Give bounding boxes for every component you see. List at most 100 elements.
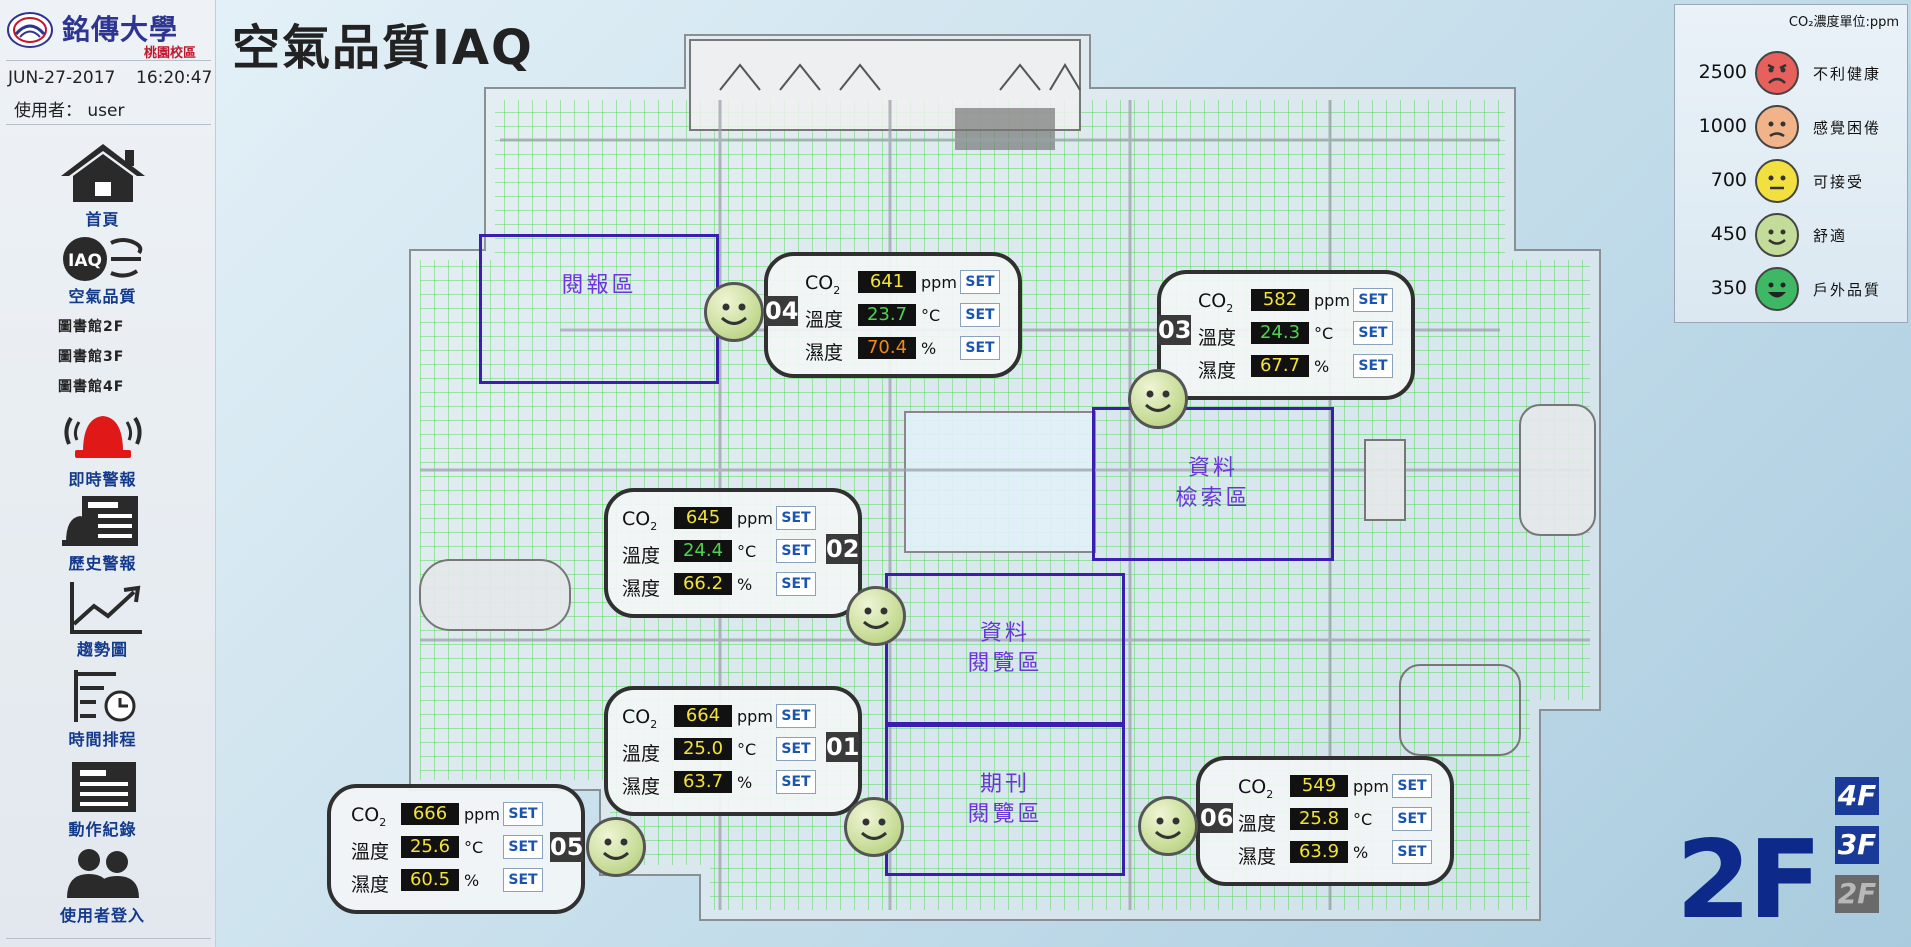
humidity-set-button[interactable]: SET [503,868,543,892]
sidebar: 銘傳大學 桃園校區 JUN-27-2017 16:20:47 使用者： user… [0,0,216,947]
co2-row: CO2 664 ppm SET [608,704,858,731]
co2-set-button[interactable]: SET [1392,774,1432,798]
floor-3f-button[interactable]: 3F [1835,826,1879,864]
nav-history-button[interactable]: 歷史警報 [40,494,165,574]
co2-set-button[interactable]: SET [960,270,1000,294]
percent-unit: % [921,339,937,358]
iaq-icon-text: IAQ [68,251,102,271]
sensor-id-03: 03 [1158,315,1192,345]
nav-library-3f[interactable]: 圖書館3F [58,346,124,366]
smiley-comfortable-icon[interactable] [1138,796,1198,856]
legend-text: 感覺困倦 [1813,119,1882,137]
current-floor-label: 2F [1676,818,1822,943]
nav-home-button[interactable]: 首頁 [40,142,165,230]
legend-row-1000: 1000 感覺困倦 [1675,103,1907,151]
university-logo: 銘傳大學 桃園校區 [4,8,209,61]
ppm-unit: ppm [1353,777,1389,796]
co2-set-button[interactable]: SET [1353,288,1393,312]
nav-login-button[interactable]: 使用者登入 [40,846,165,926]
humidity-value: 66.2 [674,573,732,595]
co2-label: CO2 [351,804,387,829]
nav-iaq-label: 空氣品質 [68,287,137,306]
nav-library-4f[interactable]: 圖書館4F [58,376,124,396]
humidity-label: 濕度 [1198,360,1237,382]
percent-unit: % [737,773,753,792]
celsius-unit: °C [1353,810,1373,829]
air-quality-icon: IAQ [62,237,142,281]
sensor-panel-01: CO2 664 ppm SET 溫度 25.0 °C SET 濕度 63.7 %… [604,686,862,816]
sensor-panel-02: CO2 645 ppm SET 溫度 24.4 °C SET 濕度 66.2 %… [604,488,862,618]
co2-set-button[interactable]: SET [776,704,816,728]
nav-log-button[interactable]: 動作紀錄 [40,760,165,840]
temp-set-button[interactable]: SET [776,737,816,761]
co2-row: CO2 549 ppm SET [1200,774,1450,801]
nav-iaq-button[interactable]: IAQ 空氣品質 [40,233,165,307]
legend-text: 舒適 [1813,227,1848,245]
sensor-id-04: 04 [765,296,799,326]
humidity-row: 濕度 66.2 % SET [608,572,858,600]
co2-row: CO2 645 ppm SET [608,506,858,533]
co2-set-button[interactable]: SET [776,506,816,530]
humidity-value: 63.7 [674,771,732,793]
sensor-panel-05: CO2 666 ppm SET 溫度 25.6 °C SET 濕度 60.5 %… [327,784,585,914]
floor-2f-button[interactable]: 2F [1835,875,1879,913]
temp-set-button[interactable]: SET [776,539,816,563]
temp-label: 溫度 [1238,813,1277,835]
ppm-unit: ppm [737,707,773,726]
zone-search-line1: 資料 [1187,456,1238,481]
temp-row: 溫度 23.7 °C SET [768,303,1018,331]
nav-alarm-button[interactable]: 即時警報 [40,406,165,490]
current-time: 16:20:47 [136,68,213,88]
humidity-set-button[interactable]: SET [1353,354,1393,378]
home-icon [60,144,145,202]
nav-schedule-label: 時間排程 [68,730,137,749]
zone-journal-line2: 閱覽區 [967,802,1043,827]
humidity-value: 70.4 [858,337,916,359]
smiley-comfortable-icon[interactable] [586,817,646,877]
co2-row: CO2 666 ppm SET [331,802,581,829]
temp-row: 溫度 24.3 °C SET [1161,321,1411,349]
smiley-comfortable-icon[interactable] [704,282,764,342]
history-alarm-icon [61,496,138,546]
nav-library-2f[interactable]: 圖書館2F [58,316,124,336]
nav-schedule-button[interactable]: 時間排程 [40,668,165,750]
current-date: JUN-27-2017 [8,68,116,88]
humidity-label: 濕度 [622,776,661,798]
humidity-row: 濕度 63.9 % SET [1200,840,1450,868]
legend-value: 350 [1710,277,1747,299]
temp-set-button[interactable]: SET [1353,321,1393,345]
legend-row-700: 700 可接受 [1675,157,1907,205]
campus-name: 桃園校區 [144,46,197,61]
co2-value: 666 [401,803,459,825]
humidity-set-button[interactable]: SET [776,572,816,596]
co2-set-button[interactable]: SET [503,802,543,826]
humidity-set-button[interactable]: SET [1392,840,1432,864]
legend-text: 不利健康 [1813,65,1882,83]
zone-reading-area: 資料 閱覽區 [885,573,1125,725]
smiley-comfortable-icon[interactable] [844,797,904,857]
temp-value: 25.6 [401,836,459,858]
celsius-unit: °C [1314,324,1334,343]
celsius-unit: °C [737,542,757,561]
co2-legend: CO₂濃度單位:ppm 2500 不利健康 1000 感覺困倦 700 可接受 … [1674,4,1908,323]
nav-home-label: 首頁 [85,210,120,229]
nav-trend-button[interactable]: 趨勢圖 [40,580,165,660]
temp-set-button[interactable]: SET [1392,807,1432,831]
floor-4f-button[interactable]: 4F [1835,777,1879,815]
temp-set-button[interactable]: SET [503,835,543,859]
humidity-set-button[interactable]: SET [776,770,816,794]
legend-value: 700 [1710,169,1747,191]
temp-set-button[interactable]: SET [960,303,1000,327]
temp-label: 溫度 [622,743,661,765]
smiley-comfortable-icon[interactable] [846,586,906,646]
humidity-set-button[interactable]: SET [960,336,1000,360]
zone-search-line2: 檢索區 [1175,486,1251,511]
smiley-comfortable-icon[interactable] [1128,369,1188,429]
sensor-id-01: 01 [826,732,860,762]
sensor-panel-04: CO2 641 ppm SET 溫度 23.7 °C SET 濕度 70.4 %… [764,252,1022,378]
temp-row: 溫度 25.8 °C SET [1200,807,1450,835]
zone-journal-area: 期刊 閱覽區 [885,724,1125,876]
humidity-row: 濕度 60.5 % SET [331,868,581,896]
temp-row: 溫度 25.6 °C SET [331,835,581,863]
temp-value: 23.7 [858,304,916,326]
